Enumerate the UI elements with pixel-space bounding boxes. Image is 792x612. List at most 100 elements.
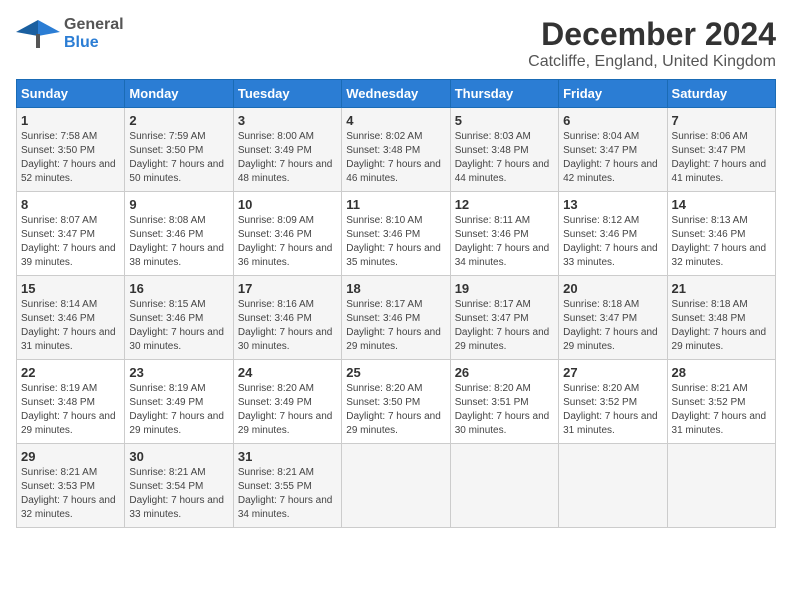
day-number: 1 (21, 113, 120, 128)
calendar-cell: 6 Sunrise: 8:04 AMSunset: 3:47 PMDaylight… (559, 108, 667, 192)
day-info: Sunrise: 8:21 AMSunset: 3:54 PMDaylight:… (129, 466, 228, 522)
calendar-cell: 8 Sunrise: 8:07 AMSunset: 3:47 PMDaylight… (17, 192, 125, 276)
day-info: Sunrise: 8:06 AMSunset: 3:47 PMDaylight:… (672, 130, 771, 186)
day-number: 28 (672, 365, 771, 380)
day-number: 2 (129, 113, 228, 128)
title-block: December 2024 Catcliffe, England, United… (528, 16, 776, 71)
day-info: Sunrise: 7:59 AMSunset: 3:50 PMDaylight:… (129, 130, 228, 186)
calendar-table: SundayMondayTuesdayWednesdayThursdayFrid… (16, 79, 776, 528)
calendar-cell: 14Sunrise: 8:13 AMSunset: 3:46 PMDayligh… (667, 192, 775, 276)
calendar-cell: 2 Sunrise: 7:59 AMSunset: 3:50 PMDaylight… (125, 108, 233, 192)
header-monday: Monday (125, 80, 233, 108)
day-info: Sunrise: 8:20 AMSunset: 3:49 PMDaylight:… (238, 382, 337, 438)
calendar-week-2: 8 Sunrise: 8:07 AMSunset: 3:47 PMDaylight… (17, 192, 776, 276)
calendar-cell: 28Sunrise: 8:21 AMSunset: 3:52 PMDayligh… (667, 360, 775, 444)
day-number: 26 (455, 365, 554, 380)
day-info: Sunrise: 8:00 AMSunset: 3:49 PMDaylight:… (238, 130, 337, 186)
day-info: Sunrise: 8:10 AMSunset: 3:46 PMDaylight:… (346, 214, 445, 270)
day-info: Sunrise: 8:17 AMSunset: 3:46 PMDaylight:… (346, 298, 445, 354)
day-number: 9 (129, 197, 228, 212)
day-info: Sunrise: 8:11 AMSunset: 3:46 PMDaylight:… (455, 214, 554, 270)
calendar-cell: 7 Sunrise: 8:06 AMSunset: 3:47 PMDaylight… (667, 108, 775, 192)
calendar-cell: 1 Sunrise: 7:58 AMSunset: 3:50 PMDaylight… (17, 108, 125, 192)
day-info: Sunrise: 8:02 AMSunset: 3:48 PMDaylight:… (346, 130, 445, 186)
day-number: 25 (346, 365, 445, 380)
day-number: 4 (346, 113, 445, 128)
calendar-cell: 21 Sunrise: 8:18 AMSunset: 3:48 PMDayligh… (667, 276, 775, 360)
day-info: Sunrise: 7:58 AMSunset: 3:50 PMDaylight:… (21, 130, 120, 186)
location-subtitle: Catcliffe, England, United Kingdom (528, 53, 776, 71)
calendar-cell: 18Sunrise: 8:17 AMSunset: 3:46 PMDayligh… (342, 276, 450, 360)
calendar-cell: 25 Sunrise: 8:20 AMSunset: 3:50 PMDayligh… (342, 360, 450, 444)
day-number: 16 (129, 281, 228, 296)
logo-blue: Blue (64, 34, 124, 52)
day-info: Sunrise: 8:18 AMSunset: 3:48 PMDaylight:… (672, 298, 771, 354)
calendar-cell: 31 Sunrise: 8:21 AMSunset: 3:55 PMDayligh… (233, 444, 341, 528)
calendar-cell: 20Sunrise: 8:18 AMSunset: 3:47 PMDayligh… (559, 276, 667, 360)
calendar-cell: 19Sunrise: 8:17 AMSunset: 3:47 PMDayligh… (450, 276, 558, 360)
day-info: Sunrise: 8:08 AMSunset: 3:46 PMDaylight:… (129, 214, 228, 270)
header-saturday: Saturday (667, 80, 775, 108)
page-header: General Blue December 2024 Catcliffe, En… (16, 16, 776, 71)
calendar-cell: 26 Sunrise: 8:20 AMSunset: 3:51 PMDayligh… (450, 360, 558, 444)
calendar-cell: 9 Sunrise: 8:08 AMSunset: 3:46 PMDaylight… (125, 192, 233, 276)
day-number: 30 (129, 449, 228, 464)
day-info: Sunrise: 8:19 AMSunset: 3:48 PMDaylight:… (21, 382, 120, 438)
logo-icon (16, 16, 60, 52)
calendar-cell: 11 Sunrise: 8:10 AMSunset: 3:46 PMDayligh… (342, 192, 450, 276)
day-info: Sunrise: 8:19 AMSunset: 3:49 PMDaylight:… (129, 382, 228, 438)
day-number: 7 (672, 113, 771, 128)
day-info: Sunrise: 8:14 AMSunset: 3:46 PMDaylight:… (21, 298, 120, 354)
day-number: 13 (563, 197, 662, 212)
day-number: 8 (21, 197, 120, 212)
calendar-cell (450, 444, 558, 528)
calendar-cell: 27Sunrise: 8:20 AMSunset: 3:52 PMDayligh… (559, 360, 667, 444)
day-info: Sunrise: 8:20 AMSunset: 3:51 PMDaylight:… (455, 382, 554, 438)
day-number: 6 (563, 113, 662, 128)
day-info: Sunrise: 8:07 AMSunset: 3:47 PMDaylight:… (21, 214, 120, 270)
day-number: 24 (238, 365, 337, 380)
day-info: Sunrise: 8:21 AMSunset: 3:55 PMDaylight:… (238, 466, 337, 522)
header-wednesday: Wednesday (342, 80, 450, 108)
calendar-cell: 30 Sunrise: 8:21 AMSunset: 3:54 PMDayligh… (125, 444, 233, 528)
day-number: 29 (21, 449, 120, 464)
day-info: Sunrise: 8:20 AMSunset: 3:50 PMDaylight:… (346, 382, 445, 438)
calendar-cell: 5 Sunrise: 8:03 AMSunset: 3:48 PMDaylight… (450, 108, 558, 192)
calendar-cell: 17Sunrise: 8:16 AMSunset: 3:46 PMDayligh… (233, 276, 341, 360)
day-info: Sunrise: 8:21 AMSunset: 3:53 PMDaylight:… (21, 466, 120, 522)
day-number: 27 (563, 365, 662, 380)
logo-general: General (64, 16, 124, 34)
day-info: Sunrise: 8:16 AMSunset: 3:46 PMDaylight:… (238, 298, 337, 354)
calendar-header-row: SundayMondayTuesdayWednesdayThursdayFrid… (17, 80, 776, 108)
day-number: 12 (455, 197, 554, 212)
day-number: 31 (238, 449, 337, 464)
calendar-cell (342, 444, 450, 528)
calendar-week-3: 15 Sunrise: 8:14 AMSunset: 3:46 PMDayligh… (17, 276, 776, 360)
day-number: 21 (672, 281, 771, 296)
calendar-cell (667, 444, 775, 528)
calendar-week-4: 22Sunrise: 8:19 AMSunset: 3:48 PMDayligh… (17, 360, 776, 444)
calendar-cell: 10Sunrise: 8:09 AMSunset: 3:46 PMDayligh… (233, 192, 341, 276)
day-info: Sunrise: 8:04 AMSunset: 3:47 PMDaylight:… (563, 130, 662, 186)
calendar-cell: 4 Sunrise: 8:02 AMSunset: 3:48 PMDaylight… (342, 108, 450, 192)
day-number: 14 (672, 197, 771, 212)
header-tuesday: Tuesday (233, 80, 341, 108)
day-number: 19 (455, 281, 554, 296)
calendar-cell: 29 Sunrise: 8:21 AMSunset: 3:53 PMDayligh… (17, 444, 125, 528)
calendar-cell: 16Sunrise: 8:15 AMSunset: 3:46 PMDayligh… (125, 276, 233, 360)
header-thursday: Thursday (450, 80, 558, 108)
month-year-title: December 2024 (528, 16, 776, 53)
calendar-cell (559, 444, 667, 528)
day-number: 15 (21, 281, 120, 296)
day-info: Sunrise: 8:03 AMSunset: 3:48 PMDaylight:… (455, 130, 554, 186)
day-number: 11 (346, 197, 445, 212)
calendar-cell: 15 Sunrise: 8:14 AMSunset: 3:46 PMDayligh… (17, 276, 125, 360)
calendar-week-1: 1 Sunrise: 7:58 AMSunset: 3:50 PMDaylight… (17, 108, 776, 192)
calendar-cell: 12 Sunrise: 8:11 AMSunset: 3:46 PMDayligh… (450, 192, 558, 276)
day-number: 5 (455, 113, 554, 128)
calendar-cell: 23 Sunrise: 8:19 AMSunset: 3:49 PMDayligh… (125, 360, 233, 444)
header-friday: Friday (559, 80, 667, 108)
calendar-cell: 3Sunrise: 8:00 AMSunset: 3:49 PMDaylight… (233, 108, 341, 192)
day-number: 23 (129, 365, 228, 380)
calendar-cell: 13Sunrise: 8:12 AMSunset: 3:46 PMDayligh… (559, 192, 667, 276)
